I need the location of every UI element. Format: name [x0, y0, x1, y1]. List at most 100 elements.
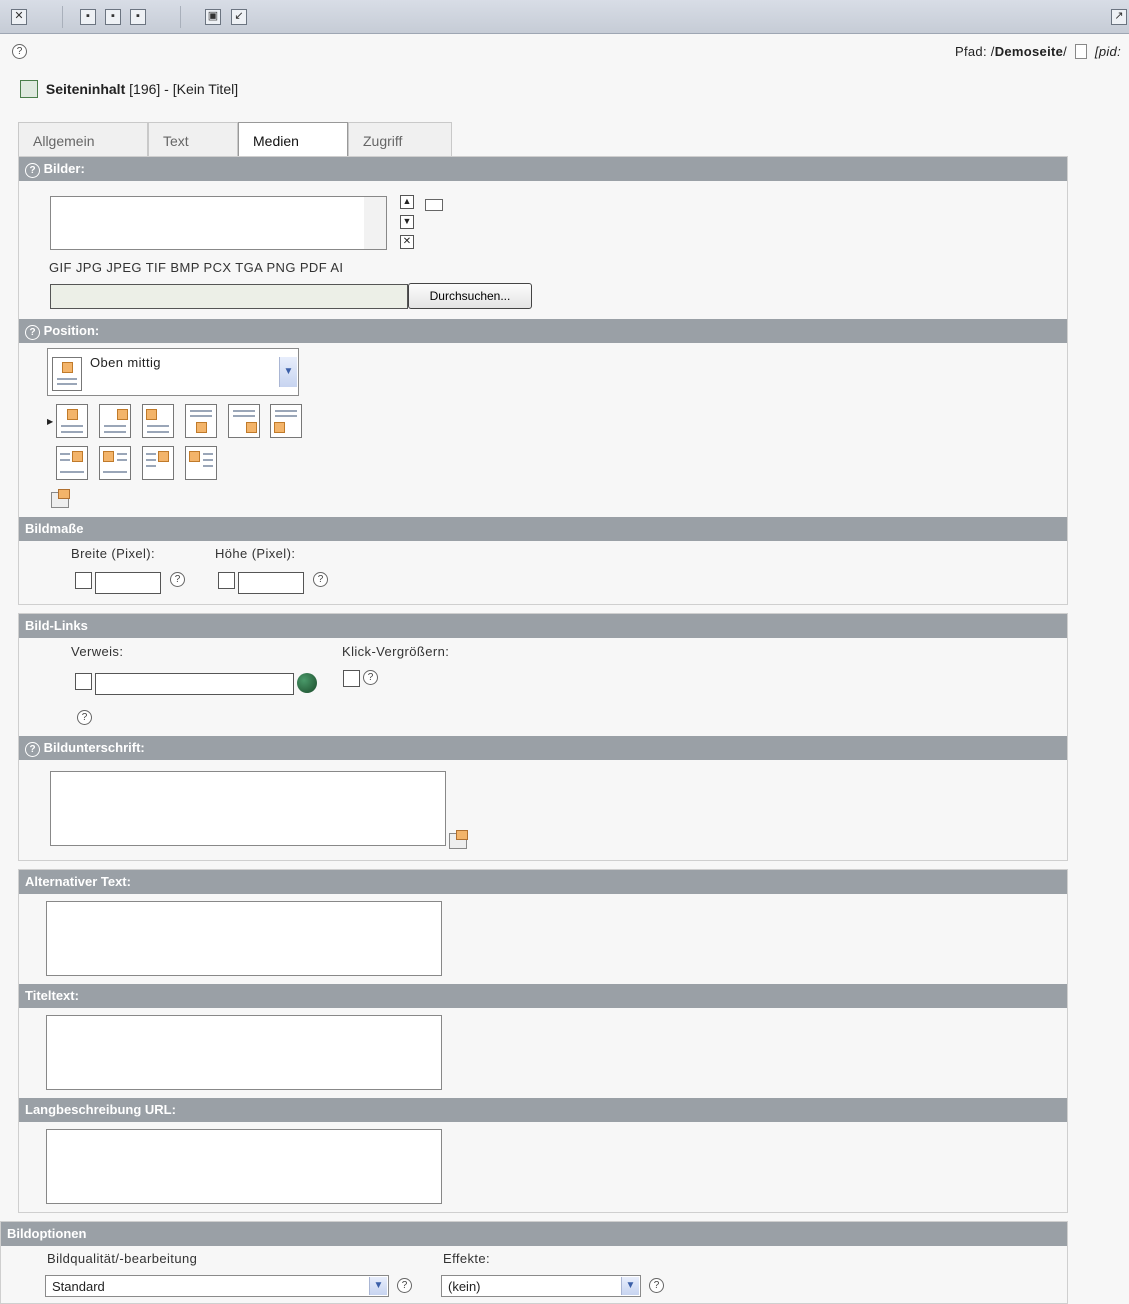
record-sep: - — [160, 81, 173, 97]
file-upload-field[interactable] — [50, 284, 408, 309]
position-option-bottom-left[interactable] — [270, 404, 302, 438]
images-section: ? Bilder: ▲ ▼ ✕ GIF JPG JPEG TIF BMP PCX… — [18, 156, 1068, 605]
toolbar-separator — [62, 6, 63, 28]
position-option-top-center[interactable] — [56, 404, 88, 438]
position-select[interactable]: Oben mittig ▼ — [47, 348, 299, 396]
width-label: Breite (Pixel): — [71, 546, 156, 561]
images-list[interactable] — [50, 196, 387, 250]
width-input[interactable] — [95, 572, 161, 594]
scrollbar[interactable] — [364, 197, 386, 249]
position-option-intext-right[interactable] — [56, 446, 88, 480]
position-option-top-left[interactable] — [142, 404, 174, 438]
help-icon[interactable]: ? — [313, 572, 328, 587]
quality-selected-value: Standard — [52, 1279, 105, 1294]
browse-button[interactable]: Durchsuchen... — [408, 283, 532, 309]
help-icon[interactable]: ? — [397, 1278, 412, 1293]
zoom-checkbox[interactable] — [343, 670, 360, 687]
wizard-icon[interactable] — [51, 489, 70, 508]
width-checkbox[interactable] — [75, 572, 92, 589]
alt-text-heading: Alternativer Text: — [19, 870, 1067, 894]
height-label: Höhe (Pixel): — [215, 546, 296, 561]
move-up-icon[interactable]: ▲ — [400, 195, 414, 209]
help-icon[interactable]: ? — [25, 163, 40, 178]
move-down-icon[interactable]: ▼ — [400, 215, 414, 229]
position-top-center-icon — [52, 357, 82, 391]
link-label: Verweis: — [71, 644, 124, 659]
selected-indicator-icon: ▶ — [47, 417, 54, 426]
path-prefix: Pfad: / — [955, 44, 995, 59]
open-new-window-icon[interactable]: ↗ — [1111, 9, 1127, 25]
position-option-intext-left[interactable] — [99, 446, 131, 480]
alt-text-textarea[interactable] — [46, 901, 442, 976]
quality-label: Bildqualität/-bearbeitung — [47, 1251, 198, 1266]
help-icon[interactable]: ? — [649, 1278, 664, 1293]
images-heading-label: Bilder: — [43, 161, 85, 176]
chevron-down-icon[interactable]: ▼ — [279, 357, 297, 387]
close-icon[interactable]: ✕ — [11, 9, 27, 25]
save-icon[interactable]: ▪ — [80, 9, 96, 25]
position-option-intext-right-nowrap[interactable] — [142, 446, 174, 480]
zoom-label: Klick-Vergrößern: — [342, 644, 450, 659]
chevron-down-icon[interactable]: ▼ — [621, 1277, 639, 1295]
toolbar: ✕ ▪ ▪ ▪ ▣ ↙ ↗ — [0, 0, 1129, 34]
longdesc-textarea[interactable] — [46, 1129, 442, 1204]
link-browser-icon[interactable] — [297, 673, 317, 693]
path-suffix: / — [1063, 44, 1068, 59]
chevron-down-icon[interactable]: ▼ — [369, 1277, 387, 1295]
path-pid: [pid: — [1094, 44, 1121, 59]
position-option-intext-left-nowrap[interactable] — [185, 446, 217, 480]
tab-allgemein[interactable]: Allgemein — [18, 122, 148, 156]
help-icon[interactable]: ? — [77, 710, 92, 725]
help-icon[interactable]: ? — [25, 742, 40, 757]
effects-label: Effekte: — [443, 1251, 491, 1266]
wizard-icon[interactable] — [449, 830, 468, 849]
path-page[interactable]: Demoseite — [995, 44, 1063, 59]
options-heading: Bildoptionen — [1, 1222, 1067, 1246]
height-checkbox[interactable] — [218, 572, 235, 589]
position-heading: ? Position: — [19, 319, 1067, 343]
caption-heading-label: Bildunterschrift: — [43, 740, 145, 755]
toolbar-separator — [180, 6, 181, 28]
position-option-bottom-right[interactable] — [228, 404, 260, 438]
page-icon — [1075, 44, 1087, 59]
height-input[interactable] — [238, 572, 304, 594]
title-text-heading: Titeltext: — [19, 984, 1067, 1008]
tab-text[interactable]: Text — [148, 122, 238, 156]
record-title: Seiteninhalt [196] - [Kein Titel] — [20, 80, 238, 98]
tab-zugriff[interactable]: Zugriff — [348, 122, 452, 156]
position-option-bottom-center[interactable] — [185, 404, 217, 438]
help-icon[interactable]: ? — [170, 572, 185, 587]
alt-section: Alternativer Text: Titeltext: Langbeschr… — [18, 869, 1068, 1213]
position-option-top-right[interactable] — [99, 404, 131, 438]
title-text-textarea[interactable] — [46, 1015, 442, 1090]
save-view-icon[interactable]: ▪ — [105, 9, 121, 25]
record-id: [196] — [129, 81, 161, 97]
record-name: [Kein Titel] — [172, 81, 239, 97]
links-heading: Bild-Links — [19, 614, 1067, 638]
link-input[interactable] — [95, 673, 294, 695]
allowed-filetypes: GIF JPG JPEG TIF BMP PCX TGA PNG PDF AI — [49, 260, 344, 275]
images-heading: ? Bilder: — [19, 157, 1067, 181]
undo-icon[interactable]: ↙ — [231, 9, 247, 25]
content-element-icon — [20, 80, 38, 98]
folder-icon[interactable] — [425, 199, 443, 211]
position-selected-value: Oben mittig — [90, 355, 161, 370]
save-close-icon[interactable]: ▪ — [130, 9, 146, 25]
tab-medien[interactable]: Medien — [238, 122, 348, 157]
caption-heading: ? Bildunterschrift: — [19, 736, 1067, 760]
delete-icon[interactable]: ▣ — [205, 9, 221, 25]
longdesc-heading: Langbeschreibung URL: — [19, 1098, 1067, 1122]
caption-textarea[interactable] — [50, 771, 446, 846]
effects-select[interactable]: (kein) ▼ — [441, 1275, 641, 1297]
effects-selected-value: (kein) — [448, 1279, 481, 1294]
quality-select[interactable]: Standard ▼ — [45, 1275, 389, 1297]
help-icon[interactable]: ? — [363, 670, 378, 685]
record-label: Seiteninhalt — [45, 81, 126, 97]
link-checkbox[interactable] — [75, 673, 92, 690]
help-icon[interactable]: ? — [25, 325, 40, 340]
dimensions-heading: Bildmaße — [19, 517, 1067, 541]
options-section: Bildoptionen Bildqualität/-bearbeitung E… — [0, 1221, 1068, 1304]
remove-icon[interactable]: ✕ — [400, 235, 414, 249]
help-icon[interactable]: ? — [12, 44, 27, 59]
position-heading-label: Position: — [43, 323, 100, 338]
